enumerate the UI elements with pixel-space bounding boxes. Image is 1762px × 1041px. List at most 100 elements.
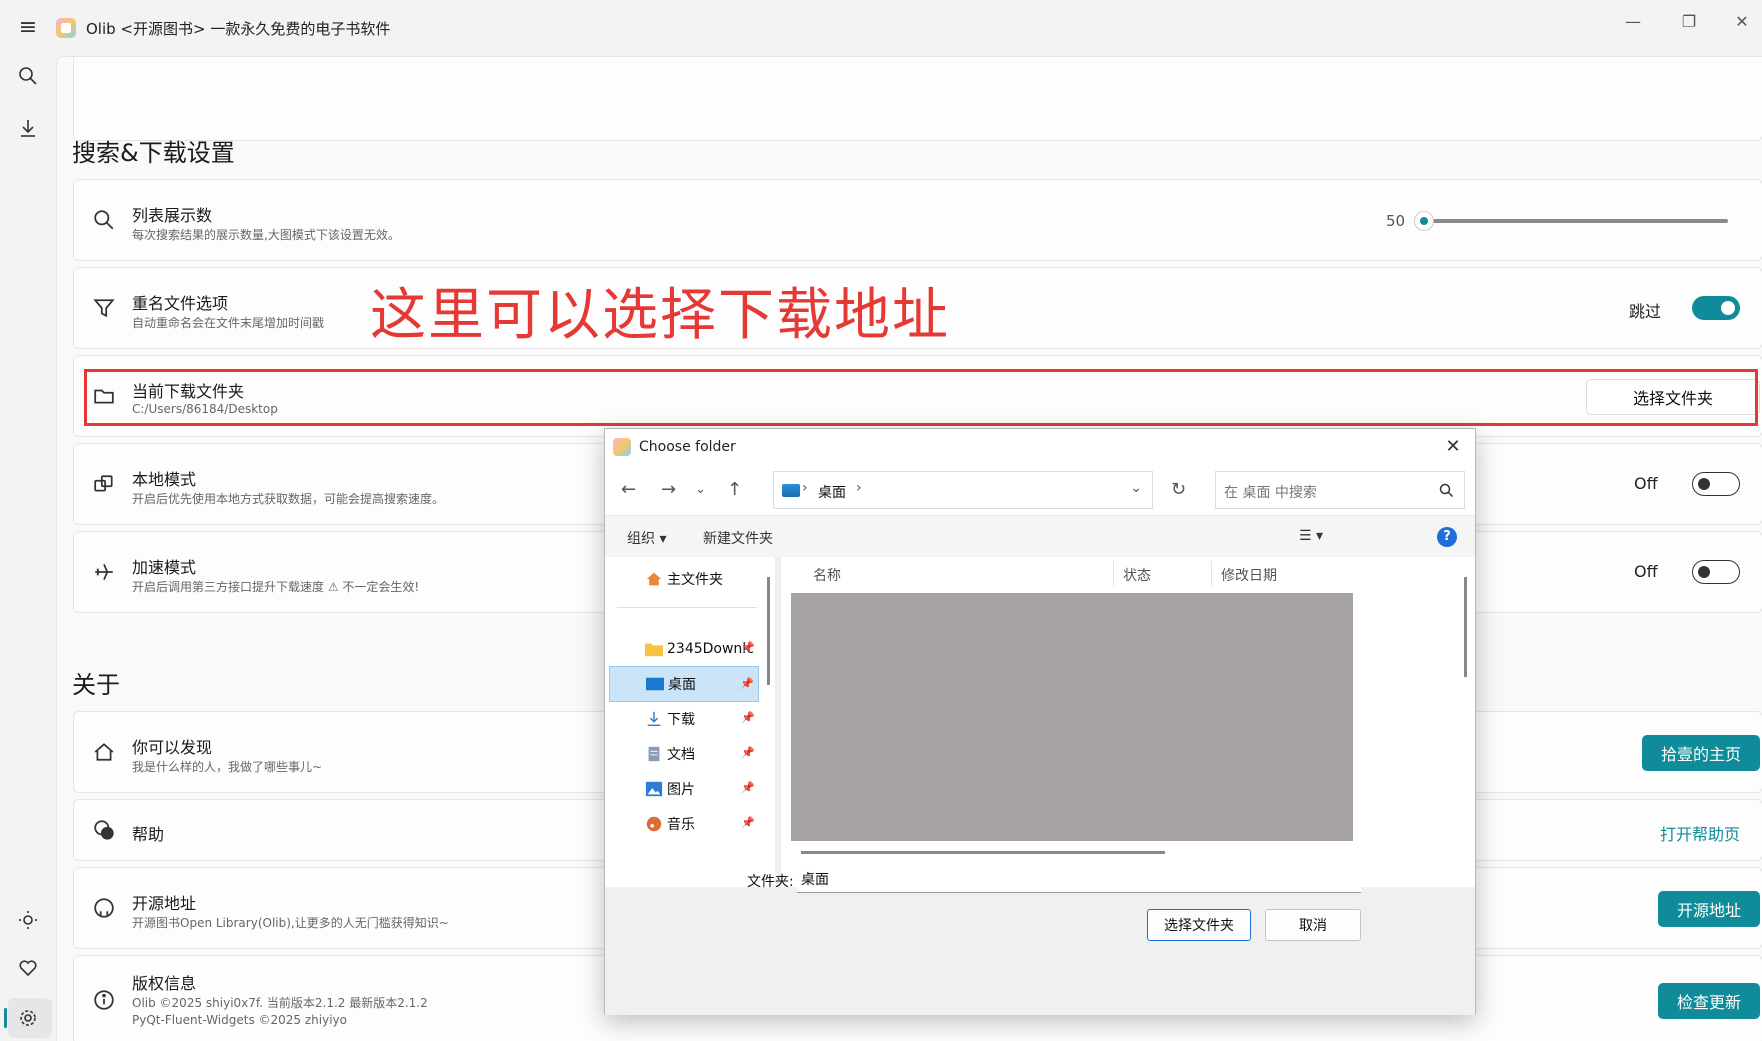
home-icon xyxy=(92,740,116,764)
vertical-scrollbar[interactable] xyxy=(1464,577,1467,677)
list-count-slider-track[interactable] xyxy=(1426,219,1728,223)
pin-icon: 📌 xyxy=(741,816,755,829)
accel-mode-toggle[interactable] xyxy=(1692,560,1740,584)
maximize-button[interactable]: ❐ xyxy=(1666,6,1712,38)
sidebar-item-home[interactable]: 主文件夹 xyxy=(609,561,759,597)
discover-desc: 我是什么样的人，我做了哪些事儿~ xyxy=(132,760,323,774)
local-mode-toggle[interactable] xyxy=(1692,472,1740,496)
cancel-button[interactable]: 取消 xyxy=(1265,909,1361,941)
copyright-title: 版权信息 xyxy=(132,974,197,993)
accel-mode-toggle-label: Off xyxy=(1634,562,1658,581)
sidebar-item-music[interactable]: 音乐 📌 xyxy=(609,806,759,842)
organize-menu[interactable]: 组织 ▾ xyxy=(627,528,666,548)
source-title: 开源地址 xyxy=(132,894,197,913)
section-title-about: 关于 xyxy=(72,671,120,699)
left-navigation xyxy=(0,56,56,1041)
horizontal-scrollbar[interactable] xyxy=(801,851,1165,854)
breadcrumb-desktop[interactable]: 桌面 xyxy=(818,482,846,502)
column-separator xyxy=(1113,561,1114,587)
list-count-desc: 每次搜索结果的展示数量,大图模式下该设置无效。 xyxy=(132,228,400,242)
copyright-desc-2: PyQt-Fluent-Widgets ©2025 zhiyiyo xyxy=(132,1013,347,1027)
heart-icon[interactable] xyxy=(14,954,42,982)
column-modified[interactable]: 修改日期 xyxy=(1221,565,1277,585)
list-count-slider-thumb[interactable] xyxy=(1414,211,1434,231)
dialog-file-list: 名称 状态 修改日期 xyxy=(781,557,1475,887)
section-title-search-download: 搜索&下载设置 xyxy=(72,139,235,167)
theme-toggle-icon[interactable] xyxy=(14,906,42,934)
back-arrow-icon[interactable]: ← xyxy=(621,479,636,500)
rename-toggle-label: 跳过 xyxy=(1629,302,1662,321)
rename-toggle[interactable] xyxy=(1692,296,1740,320)
annotation-highlight-box xyxy=(84,369,1758,426)
local-mode-title: 本地模式 xyxy=(132,470,197,489)
sidebar-item-label: 下载 xyxy=(667,712,695,728)
sidebar-item-2345downloads[interactable]: 2345Downlc 📌 xyxy=(609,631,759,667)
list-count-card: 列表展示数 每次搜索结果的展示数量,大图模式下该设置无效。 50 xyxy=(73,179,1762,261)
up-arrow-icon[interactable]: ↑ xyxy=(727,479,742,500)
check-update-button[interactable]: 检查更新 xyxy=(1658,983,1760,1019)
airplane-icon xyxy=(92,560,116,584)
recent-chevron-icon[interactable]: ⌄ xyxy=(695,482,706,497)
previous-setting-card xyxy=(73,57,1762,141)
sidebar-scrollbar[interactable] xyxy=(767,577,770,685)
list-count-value: 50 xyxy=(1386,212,1406,230)
settings-gear-icon[interactable] xyxy=(14,1004,42,1032)
forward-arrow-icon[interactable]: → xyxy=(661,479,676,500)
accel-mode-desc: 开启后调用第三方接口提升下载速度 ⚠ 不一定会生效! xyxy=(132,580,420,594)
question-icon[interactable]: ? xyxy=(1437,527,1457,547)
home-icon xyxy=(646,572,662,586)
pin-icon: 📌 xyxy=(740,677,754,690)
search-nav-icon[interactable] xyxy=(14,62,42,90)
sidebar-divider xyxy=(617,607,757,608)
title-bar: ≡ Olib <开源图书> 一款永久免费的电子书软件 — ❐ ✕ xyxy=(0,0,1762,56)
local-mode-desc: 开启后优先使用本地方式获取数据，可能会提高搜索速度。 xyxy=(132,492,445,506)
open-help-link[interactable]: 打开帮助页 xyxy=(1660,821,1740,845)
view-options-icon[interactable]: ☰ ▾ xyxy=(1299,528,1323,544)
filter-icon xyxy=(92,296,116,320)
dialog-close-icon[interactable]: ✕ xyxy=(1439,433,1467,461)
list-count-title: 列表展示数 xyxy=(132,206,213,225)
sidebar-item-label: 文档 xyxy=(667,747,695,763)
source-button[interactable]: 开源地址 xyxy=(1658,891,1760,927)
sidebar-item-label: 音乐 xyxy=(667,817,695,833)
folder-label: 文件夹: xyxy=(747,874,794,890)
sidebar-item-desktop[interactable]: 桌面 📌 xyxy=(609,666,759,702)
sidebar-item-pictures[interactable]: 图片 📌 xyxy=(609,771,759,807)
search-placeholder: 在 桌面 中搜索 xyxy=(1224,485,1317,501)
download-icon xyxy=(647,711,661,727)
minimize-button[interactable]: — xyxy=(1610,6,1656,38)
address-dropdown-icon[interactable]: ⌄ xyxy=(1130,480,1142,496)
download-nav-icon[interactable] xyxy=(14,114,42,142)
dialog-toolbar: 组织 ▾ 新建文件夹 ☰ ▾ ? xyxy=(605,515,1475,557)
local-mode-toggle-label: Off xyxy=(1634,474,1658,493)
new-folder-button[interactable]: 新建文件夹 xyxy=(703,528,773,548)
refresh-icon[interactable]: ↻ xyxy=(1171,479,1186,500)
folder-name-input[interactable]: 桌面 xyxy=(797,867,1361,893)
search-icon xyxy=(1439,483,1454,498)
column-status[interactable]: 状态 xyxy=(1123,565,1151,585)
dialog-nav-bar: ← → ⌄ ↑ › 桌面 › ⌄ ↻ 在 桌面 中搜索 xyxy=(605,465,1475,515)
close-button[interactable]: ✕ xyxy=(1722,6,1762,38)
sidebar-item-documents[interactable]: 文档 📌 xyxy=(609,736,759,772)
info-icon xyxy=(92,988,116,1012)
discover-title: 你可以发现 xyxy=(132,738,213,757)
column-name[interactable]: 名称 xyxy=(813,565,841,585)
address-bar[interactable]: › 桌面 › ⌄ xyxy=(773,471,1153,509)
pin-icon: 📌 xyxy=(741,641,755,654)
dialog-app-icon xyxy=(613,438,631,456)
file-list-area[interactable] xyxy=(791,593,1353,841)
sidebar-item-downloads[interactable]: 下载 📌 xyxy=(609,701,759,737)
sidebar-item-label: 图片 xyxy=(667,782,695,798)
annotation-text: 这里可以选择下载地址 xyxy=(370,283,950,348)
rename-desc: 自动重命名会在文件末尾增加时间戳 xyxy=(132,316,325,330)
select-folder-button[interactable]: 选择文件夹 xyxy=(1147,909,1251,941)
dialog-sidebar: 主文件夹 2345Downlc 📌 桌面 📌 下载 📌 文档 📌 图片 📌 音乐… xyxy=(605,557,775,887)
dialog-search-input[interactable]: 在 桌面 中搜索 xyxy=(1215,471,1465,509)
rename-title: 重名文件选项 xyxy=(132,294,229,313)
homepage-button[interactable]: 拾壹的主页 xyxy=(1642,735,1760,771)
breadcrumb-separator: › xyxy=(802,480,808,496)
sidebar-item-label: 主文件夹 xyxy=(667,572,723,588)
breadcrumb-tail[interactable]: › xyxy=(856,480,862,496)
hamburger-menu-icon[interactable]: ≡ xyxy=(14,14,42,42)
desktop-icon xyxy=(646,677,664,691)
